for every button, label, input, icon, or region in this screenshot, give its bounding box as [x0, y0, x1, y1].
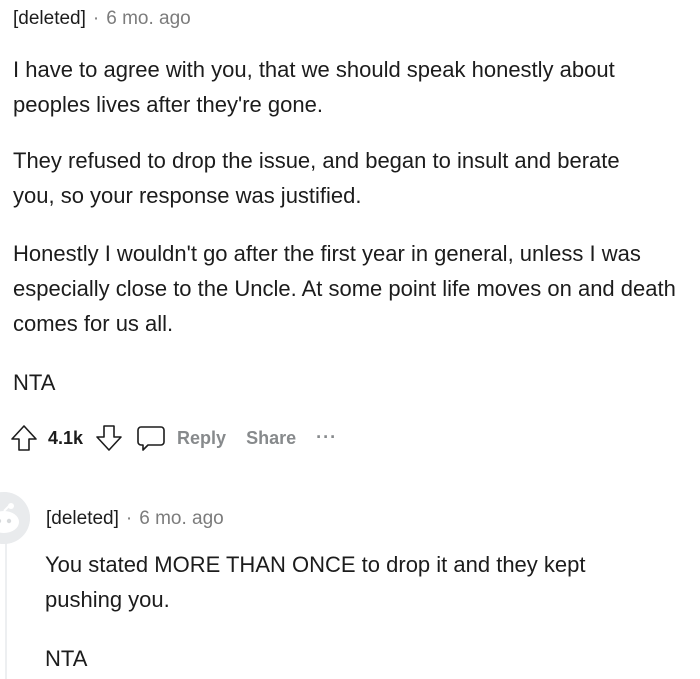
comment-timestamp[interactable]: 6 mo. ago: [106, 8, 191, 30]
more-options-button[interactable]: ...: [316, 422, 337, 443]
reply-button[interactable]: Reply: [135, 422, 226, 454]
reply-author[interactable]: [deleted]: [46, 508, 119, 530]
reply-paragraph: You stated MORE THAN ONCE to drop it and…: [45, 552, 586, 612]
speech-bubble-icon: [135, 422, 167, 454]
share-button[interactable]: Share: [246, 428, 296, 449]
vote-count: 4.1k: [48, 427, 84, 448]
comment-paragraph: NTA: [13, 370, 56, 395]
meta-separator: ·: [125, 508, 133, 529]
comment-author[interactable]: [deleted]: [13, 8, 86, 30]
comment-actions: 4.1k Reply Share ...: [8, 420, 337, 456]
meta-separator: ·: [92, 8, 100, 29]
comment-paragraph: They refused to drop the issue, and bega…: [13, 148, 620, 208]
reply-label: Reply: [177, 427, 227, 448]
reply-meta: [deleted] · 6 mo. ago: [46, 508, 224, 530]
share-label: Share: [246, 427, 297, 448]
reply-paragraph: NTA: [45, 646, 88, 671]
comment-paragraph: I have to agree with you, that we should…: [13, 57, 615, 117]
reddit-default-avatar-icon: [0, 492, 30, 544]
upvote-icon[interactable]: [8, 422, 40, 454]
reply-timestamp[interactable]: 6 mo. ago: [139, 508, 224, 530]
comment-meta: [deleted] · 6 mo. ago: [13, 8, 191, 30]
comment-paragraph: Honestly I wouldn't go after the first y…: [13, 241, 676, 336]
downvote-icon[interactable]: [93, 422, 125, 454]
